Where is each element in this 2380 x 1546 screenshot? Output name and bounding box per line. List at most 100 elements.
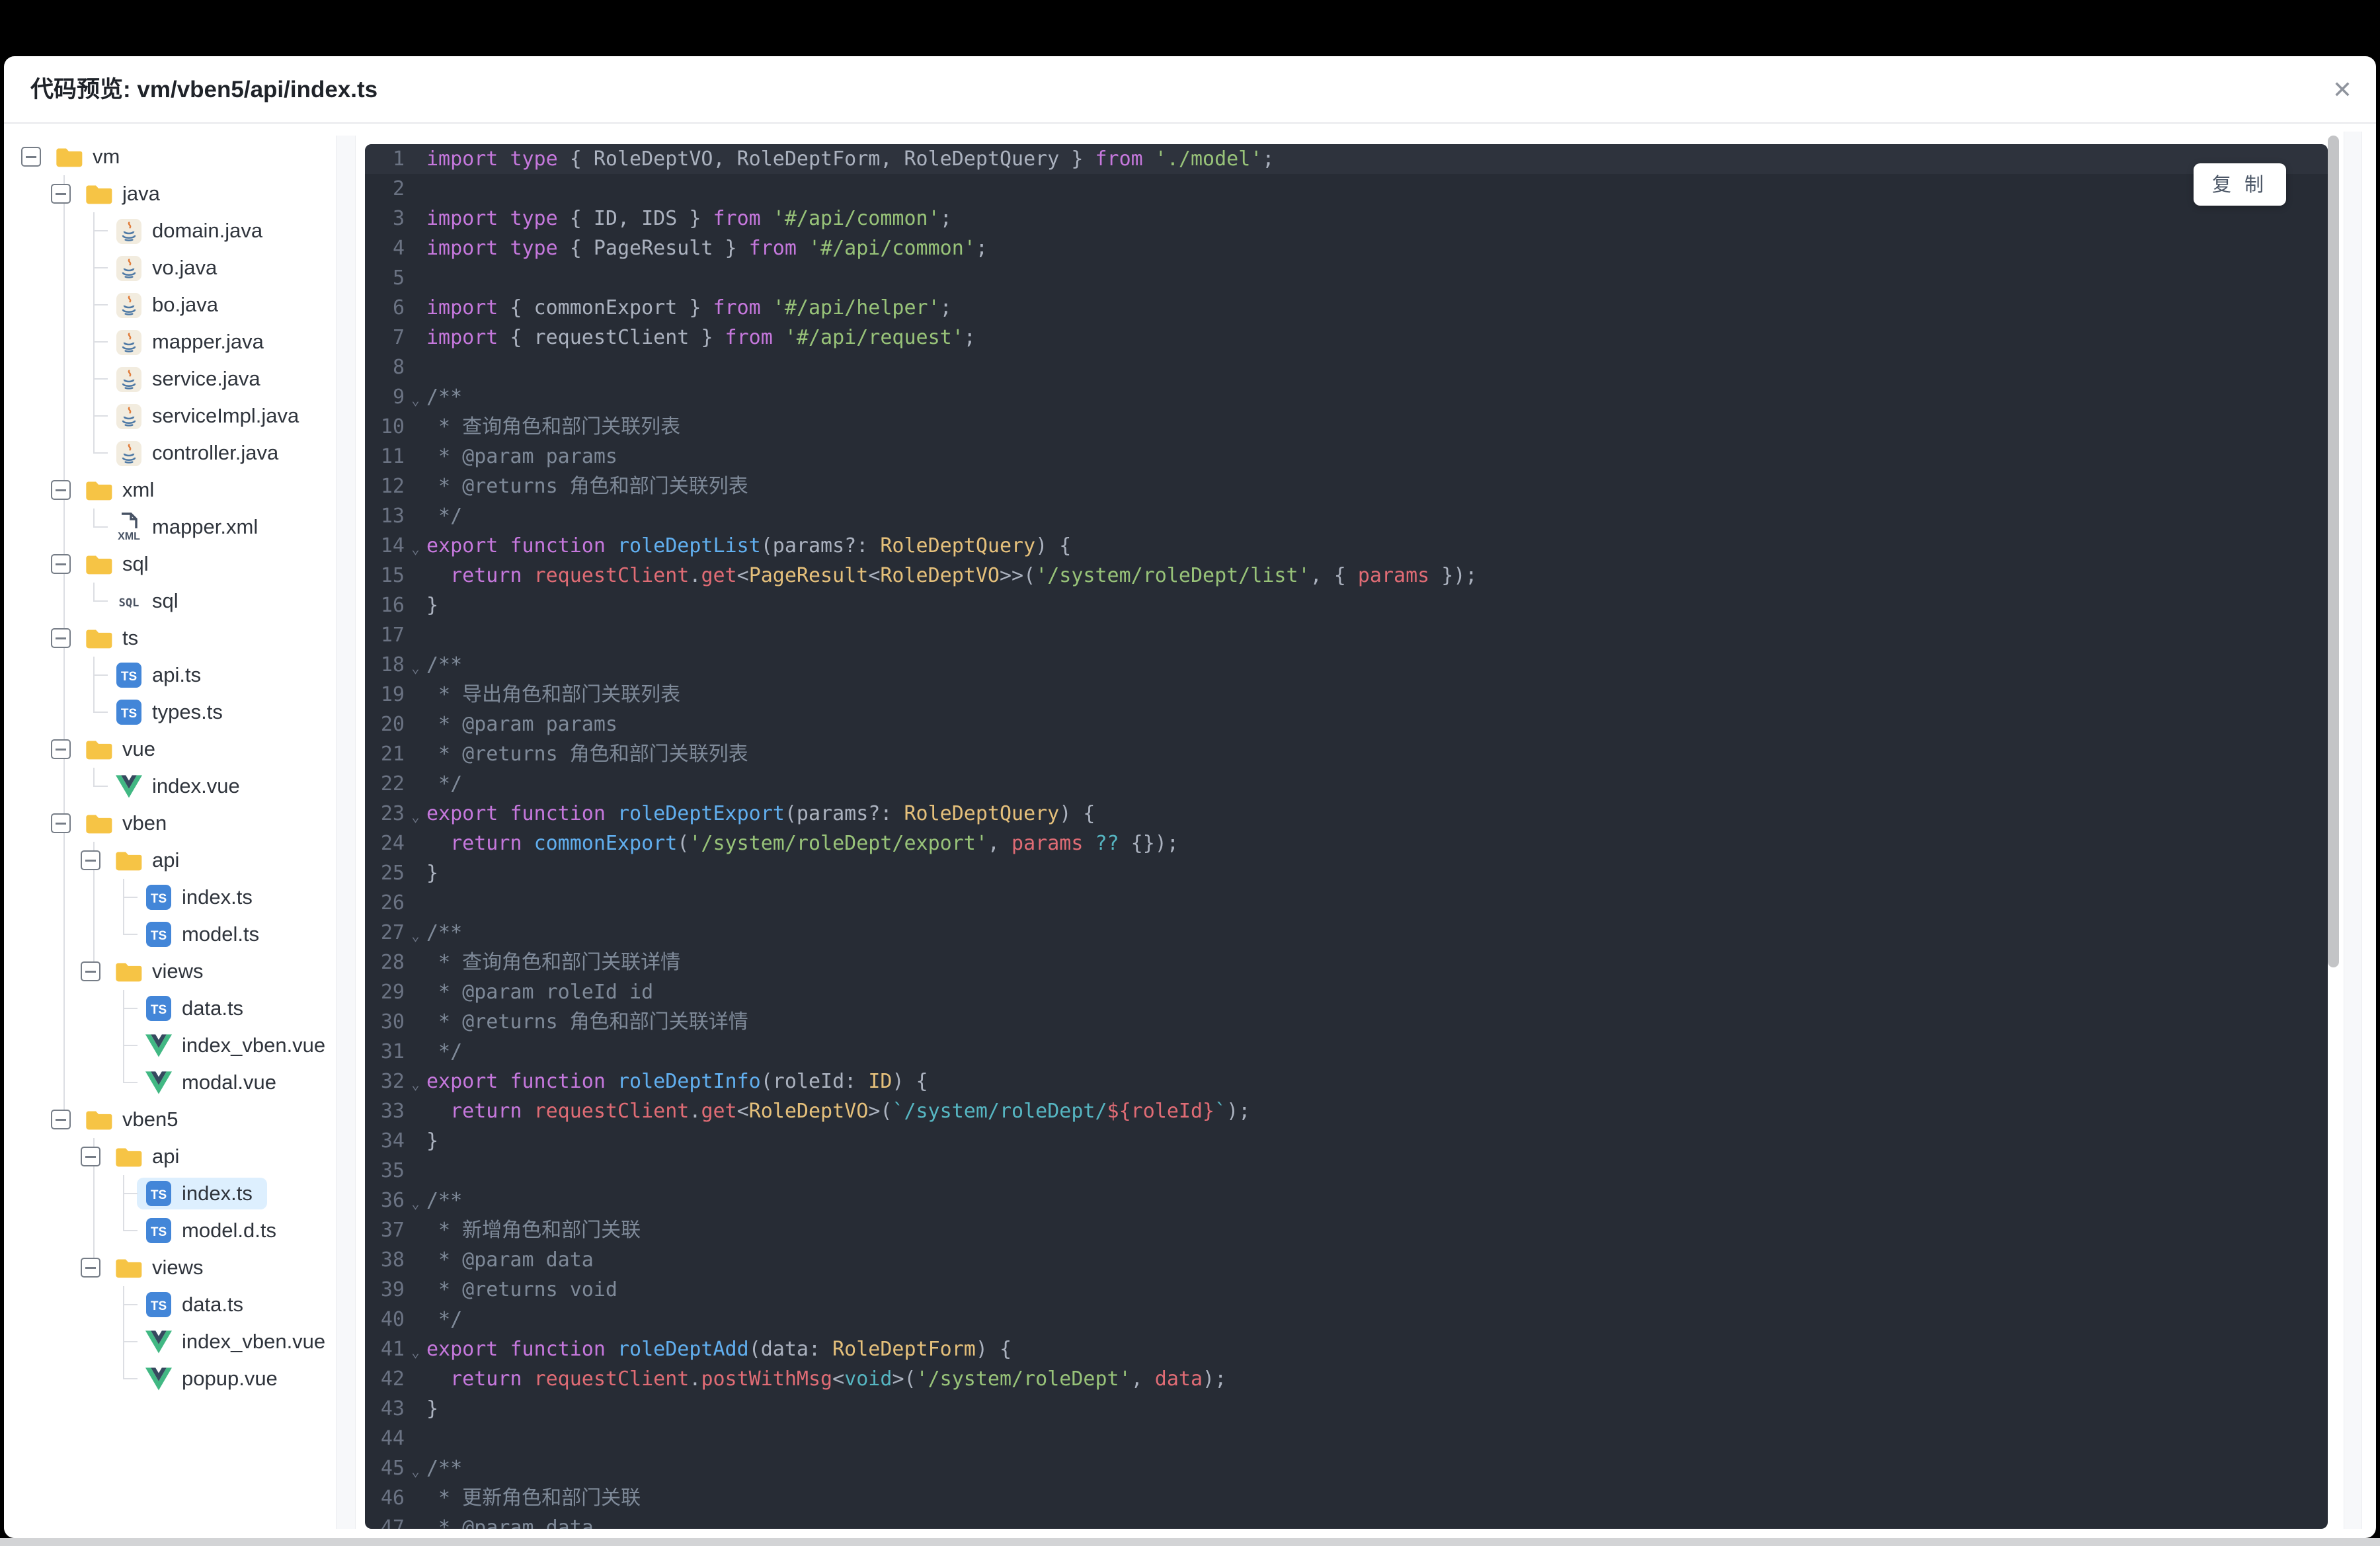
- fold-arrow-icon[interactable]: ⌄: [405, 1457, 426, 1486]
- tree-file-controller-java[interactable]: controller.java: [4, 434, 335, 471]
- tree-file-index-vue[interactable]: index.vue: [4, 768, 335, 805]
- code-line: 6 import { commonExport } from '#/api/hel…: [365, 293, 2328, 323]
- code-text: export function roleDeptInfo(roleId: ID)…: [426, 1070, 928, 1093]
- svg-text:TS: TS: [151, 1299, 167, 1313]
- tree-file-model-ts[interactable]: TS model.ts: [4, 916, 335, 953]
- tree-folder-views[interactable]: views: [4, 953, 335, 990]
- collapse-toggle-icon[interactable]: [51, 184, 71, 204]
- tree-node-label: java: [122, 182, 160, 205]
- tree-folder-vben5[interactable]: vben5: [4, 1101, 335, 1138]
- tree-file-modal-vue[interactable]: modal.vue: [4, 1064, 335, 1101]
- code-text: */: [426, 1040, 463, 1063]
- selected-file-highlight[interactable]: TS index.ts: [137, 1178, 267, 1209]
- tree-file-popup-vue[interactable]: popup.vue: [4, 1360, 335, 1397]
- folder-icon: [116, 963, 142, 982]
- tree-file-sql[interactable]: SQL sql: [4, 583, 335, 620]
- fold-arrow-icon[interactable]: ⌄: [405, 802, 426, 832]
- code-text: }: [426, 862, 439, 885]
- fold-arrow-icon[interactable]: ⌄: [405, 386, 426, 415]
- tree-folder-vben[interactable]: vben: [4, 805, 335, 842]
- collapse-toggle-icon[interactable]: [81, 961, 100, 981]
- tree-folder-views[interactable]: views: [4, 1249, 335, 1286]
- java-file-icon: [116, 367, 141, 392]
- tree-file-mapper-java[interactable]: mapper.java: [4, 323, 335, 360]
- tree-connector-line: [123, 1230, 138, 1231]
- tree-folder-vm[interactable]: vm: [4, 138, 335, 175]
- typescript-file-icon: TS: [146, 996, 171, 1021]
- fold-arrow-icon[interactable]: ⌄: [405, 1338, 426, 1367]
- fold-arrow-icon[interactable]: ⌄: [405, 1189, 426, 1219]
- fold-gutter: [405, 772, 426, 802]
- svg-text:XML: XML: [118, 531, 140, 542]
- code-line: 24 return commonExport('/system/roleDept…: [365, 829, 2328, 858]
- collapse-toggle-icon[interactable]: [21, 147, 41, 167]
- tree-file-serviceimpl-java[interactable]: serviceImpl.java: [4, 397, 335, 434]
- tree-file-mapper-xml[interactable]: XML mapper.xml: [4, 509, 335, 546]
- tree-file-index-vben-vue[interactable]: index_vben.vue: [4, 1323, 335, 1360]
- code-line: 23 ⌄ export function roleDeptExport(params…: [365, 799, 2328, 829]
- tree-folder-api[interactable]: api: [4, 842, 335, 879]
- code-line: 37 * 新增角色和部门关联: [365, 1215, 2328, 1245]
- tree-folder-ts[interactable]: ts: [4, 620, 335, 657]
- collapse-toggle-icon[interactable]: [81, 1147, 100, 1166]
- line-number: 30: [380, 1010, 405, 1034]
- tree-file-bo-java[interactable]: bo.java: [4, 286, 335, 323]
- code-editor[interactable]: 1 import type { RoleDeptVO, RoleDeptForm,…: [365, 144, 2328, 1529]
- tree-folder-xml[interactable]: xml: [4, 471, 335, 509]
- tree-node-label: vm: [93, 145, 120, 168]
- collapse-toggle-icon[interactable]: [51, 480, 71, 500]
- line-number: 14: [380, 534, 405, 557]
- tree-file-index-vben-vue[interactable]: index_vben.vue: [4, 1027, 335, 1064]
- code-text: * 导出角色和部门关联列表: [426, 683, 681, 706]
- collapse-toggle-icon[interactable]: [51, 739, 71, 759]
- collapse-toggle-icon[interactable]: [81, 850, 100, 870]
- collapse-toggle-icon[interactable]: [81, 1258, 100, 1278]
- java-icon: [115, 290, 143, 319]
- tree-file-model-d-ts[interactable]: TS model.d.ts: [4, 1212, 335, 1249]
- tree-file-data-ts[interactable]: TS data.ts: [4, 1286, 335, 1323]
- tree-file-service-java[interactable]: service.java: [4, 360, 335, 397]
- tree-node: popup.vue: [4, 1360, 335, 1397]
- fold-arrow-icon[interactable]: ⌄: [405, 1070, 426, 1100]
- tree-file-index-ts[interactable]: TS index.ts: [4, 879, 335, 916]
- tree-node: api TS index.ts TS model.ts: [4, 842, 335, 953]
- collapse-toggle-icon[interactable]: [51, 813, 71, 833]
- fold-gutter: [405, 445, 426, 475]
- copy-button[interactable]: 复 制: [2194, 163, 2286, 206]
- code-line: 47 * @param data: [365, 1513, 2328, 1529]
- code-line: 43}: [365, 1394, 2328, 1424]
- code-scrollbar[interactable]: [2324, 132, 2343, 1529]
- tree-folder-api[interactable]: api: [4, 1138, 335, 1175]
- tree-file-domain-java[interactable]: domain.java: [4, 212, 335, 249]
- close-icon[interactable]: ✕: [2326, 73, 2359, 106]
- code-line: 39 * @returns void: [365, 1275, 2328, 1305]
- fold-arrow-icon[interactable]: ⌄: [405, 534, 426, 564]
- tree-file-data-ts[interactable]: TS data.ts: [4, 990, 335, 1027]
- fold-arrow-icon[interactable]: ⌄: [405, 653, 426, 683]
- code-line: 35: [365, 1156, 2328, 1186]
- collapse-toggle-icon[interactable]: [51, 554, 71, 574]
- code-text: * @returns 角色和部门关联列表: [426, 475, 748, 498]
- fold-arrow-icon[interactable]: ⌄: [405, 921, 426, 951]
- page-bottom-strip: [0, 1538, 2380, 1546]
- code-scrollbar-thumb[interactable]: [2328, 136, 2339, 967]
- line-number: 4: [392, 237, 405, 260]
- collapse-toggle-icon[interactable]: [51, 628, 71, 648]
- code-text: import type { PageResult } from '#/api/c…: [426, 237, 988, 260]
- tree-children-group: TS api.ts TS types.ts: [4, 657, 335, 731]
- tree-folder-vue[interactable]: vue: [4, 731, 335, 768]
- tree-file-types-ts[interactable]: TS types.ts: [4, 694, 335, 731]
- tree-folder-java[interactable]: java: [4, 175, 335, 212]
- tree-file-vo-java[interactable]: vo.java: [4, 249, 335, 286]
- tree-node-label: api: [152, 1145, 180, 1168]
- folder-icon: [56, 148, 83, 167]
- tree-folder-sql[interactable]: sql: [4, 546, 335, 583]
- tree-file-api-ts[interactable]: TS api.ts: [4, 657, 335, 694]
- collapse-toggle-icon[interactable]: [51, 1110, 71, 1129]
- modal-scrollbar[interactable]: [2344, 132, 2362, 1529]
- ts-icon: TS: [145, 1292, 173, 1317]
- code-line: 36 ⌄/**: [365, 1186, 2328, 1215]
- sidebar-scrollbar[interactable]: [336, 136, 356, 1529]
- tree-file-index-ts[interactable]: TS index.ts: [4, 1175, 335, 1212]
